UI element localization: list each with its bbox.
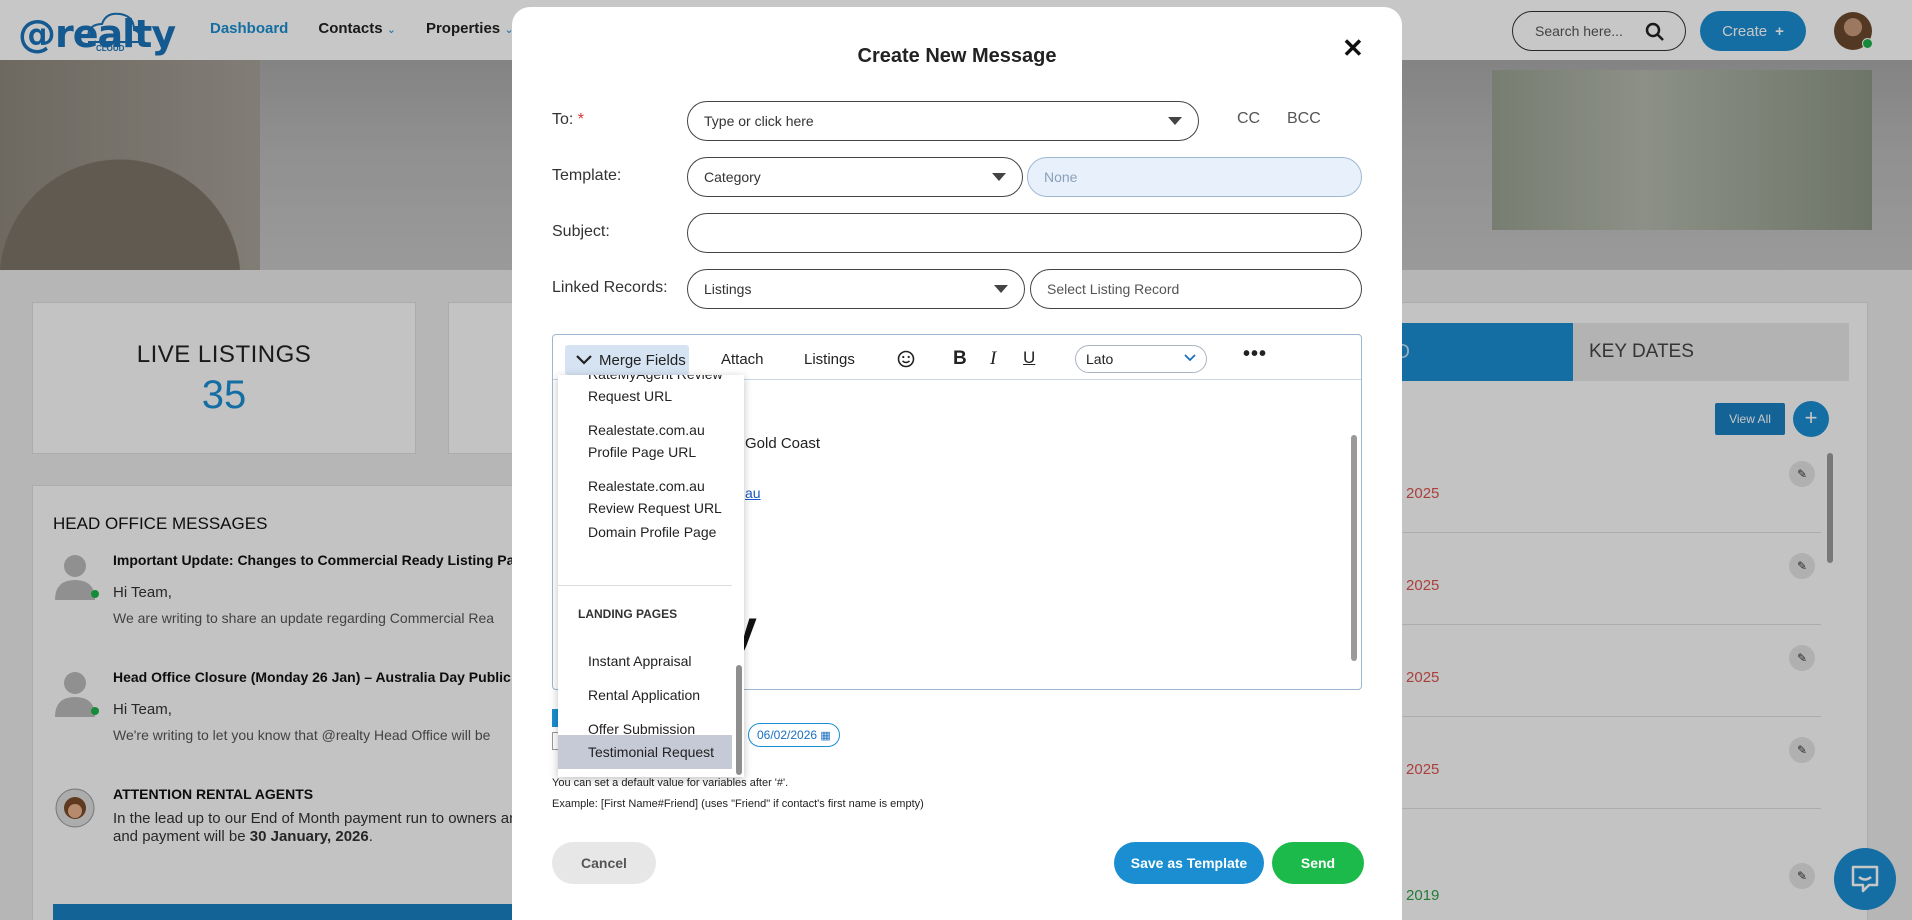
template-category-value: Category [704,169,761,185]
to-placeholder: Type or click here [704,113,814,129]
more-options-icon[interactable]: ••• [1243,343,1267,366]
save-as-template-button[interactable]: Save as Template [1114,842,1264,884]
merge-field-item[interactable]: Domain Profile Page [588,521,728,543]
editor-link[interactable]: au [745,485,761,501]
merge-field-item[interactable]: RateMyAgent Review Request URL [588,375,728,407]
dropdown-scrollbar[interactable] [736,665,742,775]
editor-scrollbar[interactable] [1351,435,1357,661]
subject-label: Subject: [552,223,610,240]
editor-text: Gold Coast [745,435,821,452]
underline-icon[interactable]: U [1023,348,1035,368]
merge-fields-button[interactable]: Merge Fields [565,345,689,375]
template-label: Template: [552,167,622,184]
calendar-icon: ▦ [820,730,831,742]
schedule-date-field[interactable]: 06/02/2026 ▦ [748,723,840,747]
attach-button[interactable]: Attach [721,351,764,368]
listings-button[interactable]: Listings [804,351,855,368]
merge-field-item[interactable]: Realestate.com.au Review Request URL [588,475,728,519]
template-select[interactable]: None [1027,157,1362,197]
merge-help-text: You can set a default value for variable… [552,777,789,789]
modal-title: Create New Message [857,45,1057,67]
bold-icon[interactable]: B [953,348,967,370]
linked-record-type-select[interactable]: Listings [687,269,1025,309]
to-recipient-select[interactable]: Type or click here [687,101,1199,141]
chevron-down-icon [576,355,592,365]
editor-toolbar: Merge Fields Attach Listings B I U Lato … [553,335,1361,380]
linked-record-type-value: Listings [704,281,752,297]
merge-fields-dropdown: RateMyAgent Review Request URL Realestat… [558,375,744,777]
template-value: None [1044,169,1078,185]
emoji-icon[interactable] [897,350,915,368]
cancel-button[interactable]: Cancel [552,842,656,884]
caret-down-icon [1168,117,1182,125]
chevron-down-icon [1184,354,1196,362]
merge-help-example: Example: [First Name#Friend] (uses "Frie… [552,798,924,810]
font-family-select[interactable]: Lato [1075,345,1207,373]
create-message-modal: Create New Message ✕ To: * Type or click… [512,7,1402,920]
dropdown-section-header: LANDING PAGES [578,607,678,621]
send-button[interactable]: Send [1272,842,1364,884]
merge-field-item[interactable]: Rental Application [588,684,728,706]
close-icon[interactable]: ✕ [1342,33,1364,64]
listing-record-placeholder: Select Listing Record [1047,281,1180,297]
merge-field-item[interactable]: Realestate.com.au Profile Page URL [588,419,728,463]
caret-down-icon [994,285,1008,293]
subject-input[interactable] [687,213,1362,253]
bcc-link[interactable]: BCC [1287,110,1321,128]
linked-records-label: Linked Records: [552,279,668,296]
cc-link[interactable]: CC [1237,110,1260,128]
caret-down-icon [992,173,1006,181]
to-label: To: * [552,111,585,128]
merge-field-item[interactable]: Testimonial Request [588,741,728,763]
merge-field-item[interactable]: Instant Appraisal [588,650,728,672]
listing-record-select[interactable]: Select Listing Record [1030,269,1362,309]
italic-icon[interactable]: I [990,348,996,370]
dropdown-divider [558,585,732,586]
template-category-select[interactable]: Category [687,157,1023,197]
